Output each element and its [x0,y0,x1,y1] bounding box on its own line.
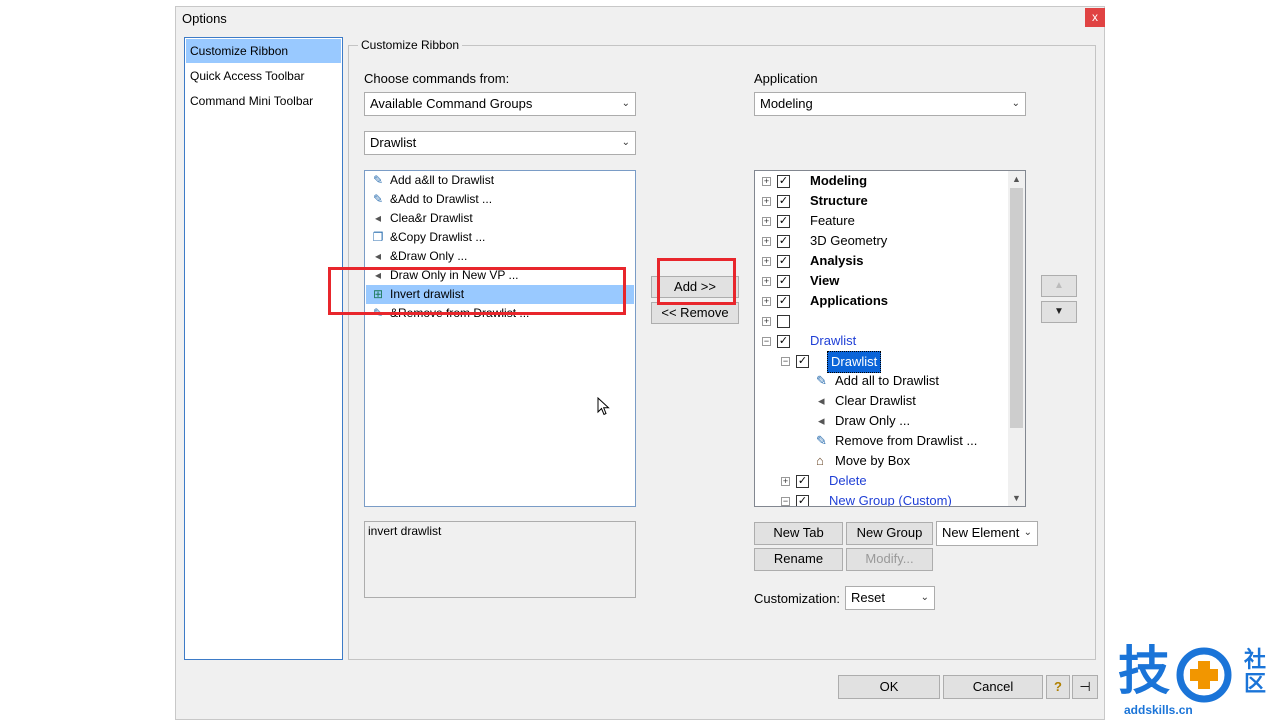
expand-icon[interactable]: + [762,197,771,206]
highlight-add-button [657,258,736,305]
draw-only-icon: ◂ [374,249,382,263]
customization-select[interactable]: Reset ⌄ [845,586,935,610]
choose-commands-select[interactable]: Available Command Groups ⌄ [364,92,636,116]
remove-button[interactable]: << Remove [651,302,739,324]
chevron-down-icon: ⌄ [920,592,929,603]
mouse-cursor-icon [597,397,610,416]
checkbox[interactable]: ✓ [777,215,790,228]
scroll-thumb[interactable] [1010,188,1023,428]
group-title: Customize Ribbon [358,38,463,52]
move-down-button[interactable]: ▼ [1041,301,1077,323]
brand-side: 社区 [1244,648,1267,697]
list-item[interactable]: ❐ &Copy Drawlist ... [366,228,634,247]
expand-icon[interactable]: + [762,277,771,286]
checkbox[interactable]: ✓ [777,295,790,308]
add-all-icon: ✎ [372,173,384,187]
checkbox[interactable]: ✓ [796,475,809,488]
brand-char: 技 [1118,642,1171,702]
application-value: Modeling [760,96,813,111]
clear-icon: ◂ [374,211,382,225]
expand-icon[interactable]: + [762,177,771,186]
choose-commands-label: Choose commands from: [364,71,510,86]
collapse-icon[interactable]: − [762,337,771,346]
choose-commands-value: Available Command Groups [370,96,533,111]
watermark-logo: 技 社区 addskills.cn [1118,643,1276,720]
application-label: Application [754,71,818,86]
command-group-value: Drawlist [370,135,417,150]
checkbox[interactable]: ✓ [777,195,790,208]
command-group-select[interactable]: Drawlist ⌄ [364,131,636,155]
expand-icon[interactable]: + [762,317,771,326]
add-all-icon: ✎ [816,373,827,388]
add-icon: ✎ [372,192,384,206]
expand-icon[interactable]: + [762,237,771,246]
collapse-icon[interactable]: − [781,357,790,366]
customization-label: Customization: [754,591,840,606]
scroll-up-icon[interactable]: ▲ [1008,171,1025,187]
expand-icon[interactable]: + [762,217,771,226]
list-item[interactable]: ✎ Add a&ll to Drawlist [366,171,634,190]
new-tab-button[interactable]: New Tab [754,522,843,545]
category-list: Customize Ribbon Quick Access Toolbar Co… [184,37,343,660]
close-button[interactable]: x [1085,8,1105,27]
checkbox[interactable]: ✓ [777,255,790,268]
new-element-value: New Element [942,525,1020,540]
chevron-down-icon: ⌄ [1011,98,1020,109]
checkbox[interactable]: ✓ [796,355,809,368]
copy-icon: ❐ [372,230,384,244]
collapse-icon[interactable]: − [781,497,790,506]
checkbox[interactable]: ✓ [777,175,790,188]
list-item[interactable]: ◂ Clea&r Drawlist [366,209,634,228]
expand-icon[interactable]: + [762,257,771,266]
application-select[interactable]: Modeling ⌄ [754,92,1026,116]
remove-icon: ✎ [816,433,827,448]
draw-only-icon: ◂ [818,413,825,428]
rename-button[interactable]: Rename [754,548,843,571]
list-item[interactable]: ✎ &Add to Drawlist ... [366,190,634,209]
chevron-down-icon: ⌄ [621,137,630,148]
customization-value: Reset [851,590,885,605]
ribbon-tree[interactable]: + ✓ Modeling + ✓ Structure + ✓ Feature +… [754,170,1026,507]
new-element-select[interactable]: New Element ⌄ [936,521,1038,546]
move-box-icon: ⌂ [816,453,824,468]
brand-url: addskills.cn [1124,703,1193,717]
checkbox[interactable] [777,315,790,328]
command-description: invert drawlist [364,521,636,598]
list-item[interactable]: ◂ &Draw Only ... [366,247,634,266]
help-icon[interactable]: ? [1046,675,1070,699]
commands-list[interactable]: ✎ Add a&ll to Drawlist ✎ &Add to Drawlist … [364,170,636,507]
chevron-down-icon: ⌄ [1023,527,1032,538]
chevron-down-icon: ⌄ [621,98,630,109]
clear-icon: ◂ [818,393,825,408]
highlight-invert-drawlist [328,267,626,315]
nav-item-command-mini-toolbar[interactable]: Command Mini Toolbar [186,89,341,113]
pin-icon[interactable]: ⊣ [1072,675,1098,699]
modify-button[interactable]: Modify... [846,548,933,571]
cancel-button[interactable]: Cancel [943,675,1043,699]
expand-icon[interactable]: + [781,477,790,486]
nav-item-customize-ribbon[interactable]: Customize Ribbon [186,39,341,63]
plus-circle-icon [1176,647,1232,703]
checkbox[interactable]: ✓ [777,335,790,348]
nav-item-quick-access-toolbar[interactable]: Quick Access Toolbar [186,64,341,88]
checkbox[interactable]: ✓ [796,495,809,506]
move-up-button[interactable]: ▲ [1041,275,1077,297]
checkbox[interactable]: ✓ [777,235,790,248]
scroll-down-icon[interactable]: ▼ [1008,490,1025,506]
new-group-button[interactable]: New Group [846,522,933,545]
ok-button[interactable]: OK [838,675,940,699]
expand-icon[interactable]: + [762,297,771,306]
dialog-title: Options [182,11,227,26]
checkbox[interactable]: ✓ [777,275,790,288]
